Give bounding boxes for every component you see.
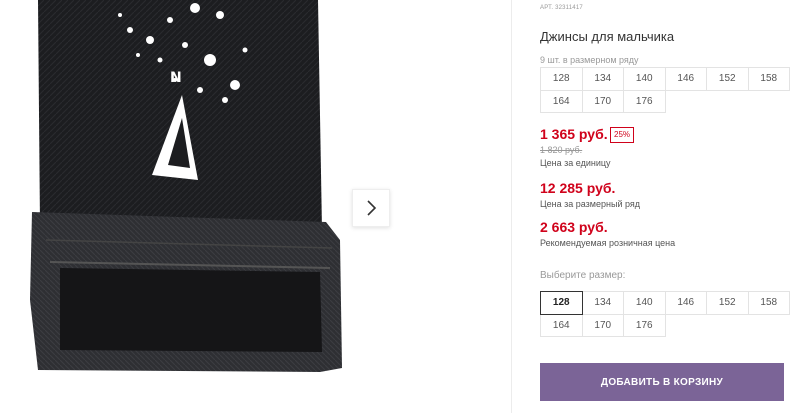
size-row-cell: 170 bbox=[581, 89, 624, 113]
size-row-cell: 158 bbox=[747, 67, 790, 91]
product-image[interactable]: N bbox=[20, 0, 345, 413]
divider bbox=[511, 0, 512, 413]
size-option-134[interactable]: 134 bbox=[581, 291, 624, 315]
unit-price: 1 365 руб. bbox=[540, 126, 608, 142]
size-row-cell: 152 bbox=[706, 67, 749, 91]
size-row-cell: 140 bbox=[623, 67, 666, 91]
size-row-count: 9 шт. в размерном ряду bbox=[540, 55, 639, 65]
unit-price-caption: Цена за единицу bbox=[540, 158, 611, 168]
size-option-176[interactable]: 176 bbox=[623, 313, 666, 337]
product-gallery: N bbox=[0, 0, 510, 413]
size-row-cell: 164 bbox=[540, 89, 583, 113]
size-option-146[interactable]: 146 bbox=[664, 291, 707, 315]
size-row-grid: 128 134 140 146 152 158 164 170 176 bbox=[540, 67, 790, 113]
article-number: АРТ. 32311417 bbox=[540, 5, 583, 11]
size-option-158[interactable]: 158 bbox=[747, 291, 790, 315]
discount-badge: 25% bbox=[610, 127, 635, 143]
size-option-152[interactable]: 152 bbox=[706, 291, 749, 315]
row-price-caption: Цена за размерный ряд bbox=[540, 199, 641, 209]
size-picker-label: Выберите размер: bbox=[540, 270, 626, 281]
retail-price: 2 663 руб. bbox=[540, 219, 608, 235]
next-image-button[interactable] bbox=[352, 189, 390, 227]
product-title: Джинсы для мальчика bbox=[540, 29, 675, 44]
size-option-140[interactable]: 140 bbox=[623, 291, 666, 315]
retail-price-caption: Рекомендуемая розничная цена bbox=[540, 238, 676, 248]
size-picker: 128 134 140 146 152 158 164 170 176 bbox=[540, 291, 790, 337]
chevron-right-icon bbox=[367, 200, 377, 216]
jeans-image: N bbox=[30, 0, 342, 372]
size-row-cell: 176 bbox=[623, 89, 666, 113]
old-price: 1 820 руб. bbox=[540, 145, 583, 155]
size-row-cell: 146 bbox=[664, 67, 707, 91]
svg-text:N: N bbox=[170, 70, 182, 86]
size-row-cell: 134 bbox=[581, 67, 624, 91]
size-option-128[interactable]: 128 bbox=[540, 291, 583, 315]
size-row-cell: 128 bbox=[540, 67, 583, 91]
size-option-170[interactable]: 170 bbox=[581, 313, 624, 337]
add-to-cart-button[interactable]: ДОБАВИТЬ В КОРЗИНУ bbox=[540, 363, 784, 401]
size-option-164[interactable]: 164 bbox=[540, 313, 583, 337]
row-price: 12 285 руб. bbox=[540, 180, 616, 196]
